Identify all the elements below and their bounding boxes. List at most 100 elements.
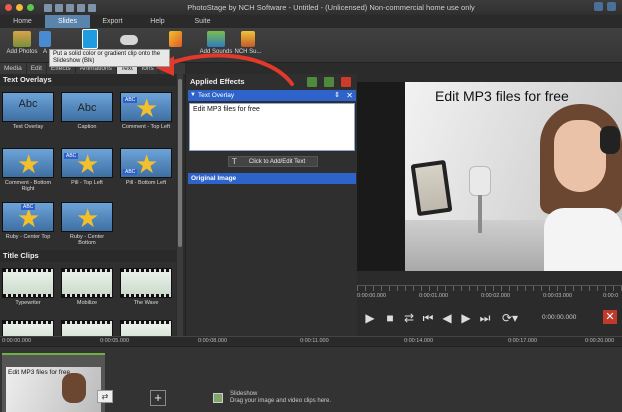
title-clip-mobilize[interactable]: Mobilize xyxy=(61,268,113,306)
go-end-button[interactable]: ⏭ xyxy=(478,311,492,325)
collapse-triangle-icon[interactable]: ▼ xyxy=(190,90,196,101)
woman-image xyxy=(540,104,622,271)
overlay-thumbnail: ★ xyxy=(2,148,54,178)
timeline-hint: Slideshow Drag your image and video clip… xyxy=(230,391,332,404)
import-effect-icon[interactable] xyxy=(324,77,334,87)
microphone-image xyxy=(469,166,491,196)
title-clip-partial[interactable] xyxy=(61,320,113,336)
title-clip-partial[interactable] xyxy=(120,320,172,336)
title-clip-typewriter[interactable]: Typewriter xyxy=(2,268,54,306)
overlay-thumbnail: ★ xyxy=(61,202,113,232)
speed-dropdown[interactable]: ⟳▾ xyxy=(500,311,520,325)
overlay-thumbnail: ★ ABC xyxy=(2,202,54,232)
timeline-clip[interactable]: Edit MP3 files for free xyxy=(2,353,105,412)
left-panel-scrollbar[interactable] xyxy=(177,74,183,336)
overlay-ruby-center-top[interactable]: ★ ABC Ruby - Center Top xyxy=(2,202,54,240)
transition-icon[interactable]: ⇄ xyxy=(97,390,113,403)
add-edit-text-button[interactable]: T Click to Add/Edit Text xyxy=(228,156,318,167)
title-bar: PhotoStage by NCH Software - Untitled - … xyxy=(0,0,622,15)
overlay-thumbnail: Abc xyxy=(61,92,113,122)
go-start-button[interactable]: ⏮ xyxy=(421,311,435,325)
tab-export[interactable]: Export xyxy=(90,15,135,28)
star-icon: ★ xyxy=(135,93,159,122)
clip-thumbnail xyxy=(61,320,113,336)
star-icon: ★ xyxy=(135,149,159,178)
original-image-header[interactable]: Original Image xyxy=(188,173,356,184)
effects-toolbar xyxy=(307,77,351,87)
nch-suite-button[interactable]: NCH Su... xyxy=(230,31,266,55)
overlay-comment-top-left[interactable]: ★ ABC Comment - Top Left xyxy=(120,92,172,130)
add-clip-button[interactable]: + xyxy=(150,390,166,406)
window-title: PhotoStage by NCH Software - Untitled - … xyxy=(187,3,475,12)
reorder-icon[interactable]: ⇕ xyxy=(334,90,340,101)
overlay-thumbnail: ★ ABC xyxy=(120,148,172,178)
ribbon-tabs: Home Slides Export Help Suite xyxy=(0,15,622,28)
overlay-text-overlay[interactable]: Abc Text Overlay xyxy=(2,92,54,130)
loop-button[interactable]: ⇄ xyxy=(402,311,416,325)
clip-button[interactable] xyxy=(163,31,187,49)
blank-slide-icon xyxy=(82,29,98,49)
clip-thumbnail xyxy=(120,320,172,336)
add-photos-icon xyxy=(13,31,31,47)
stop-button[interactable]: ■ xyxy=(383,311,397,325)
account-icon[interactable] xyxy=(594,2,603,11)
star-icon: ★ xyxy=(76,149,100,178)
tab-home[interactable]: Home xyxy=(0,15,45,28)
overlay-pill-bottom-left[interactable]: ★ ABC Pill - Bottom Left xyxy=(120,148,172,186)
step-back-button[interactable]: ◀ xyxy=(440,311,454,325)
add-sounds-icon xyxy=(207,31,225,47)
tab-media[interactable]: Media xyxy=(0,63,27,74)
overlay-comment-bottom-right[interactable]: ★ Comment - Bottom Right xyxy=(2,148,54,192)
slideshow-icon xyxy=(213,393,223,403)
text-library-panel: Text Overlays Abc Text Overlay Abc Capti… xyxy=(0,74,176,336)
preview-overlay-text: Edit MP3 files for free xyxy=(435,88,569,104)
playback-controls: ▶ ■ ⇄ ⏮ ◀ ▶ ⏭ ⟳▾ 0:00:00.000 ✕ xyxy=(357,301,622,336)
close-effect-icon[interactable]: ✕ xyxy=(346,90,353,101)
timeline-ruler[interactable]: 0:00:00.000 0:00:05.000 0:00:08.000 0:00… xyxy=(0,336,622,346)
add-audio-icon xyxy=(39,31,51,47)
star-icon: ★ xyxy=(17,149,41,178)
cloud-button[interactable] xyxy=(114,31,144,47)
tab-edit[interactable]: Edit xyxy=(27,63,47,74)
tablet-image xyxy=(410,159,453,217)
clip-thumbnail xyxy=(2,268,54,298)
title-right-icons xyxy=(594,2,616,11)
export-effect-icon[interactable] xyxy=(307,77,317,87)
overlay-thumbnail: Abc xyxy=(2,92,54,122)
scrollbar-thumb[interactable] xyxy=(178,79,182,247)
close-preview-button[interactable]: ✕ xyxy=(603,310,617,324)
overlay-pill-top-left[interactable]: ★ ABC Pill - Top Left xyxy=(61,148,113,186)
effect-text-overlay-header[interactable]: ▼ Text Overlay ⇕ ✕ xyxy=(188,90,356,101)
title-clips-heading: Title Clips xyxy=(0,250,176,262)
tab-slides[interactable]: Slides xyxy=(45,15,90,28)
nch-suite-icon xyxy=(241,31,255,47)
overlay-caption[interactable]: Abc Caption xyxy=(61,92,113,130)
star-icon: ★ xyxy=(76,203,100,232)
overlay-thumbnail: ★ ABC xyxy=(120,92,172,122)
overlay-thumbnail: ★ ABC xyxy=(61,148,113,178)
clip-thumbnail xyxy=(2,320,54,336)
text-tool-icon: T xyxy=(232,157,237,166)
tab-help[interactable]: Help xyxy=(135,15,180,28)
text-overlays-heading: Text Overlays xyxy=(0,74,176,86)
timeline-track[interactable]: Edit MP3 files for free ⇄ + Slideshow Dr… xyxy=(0,346,622,412)
step-forward-button[interactable]: ▶ xyxy=(459,311,473,325)
title-clip-the-wave[interactable]: The Wave xyxy=(120,268,172,306)
overlay-ruby-center-bottom[interactable]: ★ Ruby - Center Bottom xyxy=(61,202,113,246)
ribbon-tooltip: Put a solid color or gradient clip onto … xyxy=(49,49,170,67)
clip-thumbnail xyxy=(61,268,113,298)
applied-effects-panel: Applied Effects ▼ Text Overlay ⇕ ✕ Edit … xyxy=(185,74,357,336)
clip-thumbnail xyxy=(120,268,172,298)
title-clip-partial[interactable] xyxy=(2,320,54,336)
cloud-icon xyxy=(120,35,138,45)
help-icon[interactable] xyxy=(607,2,616,11)
overlay-text-field[interactable]: Edit MP3 files for free xyxy=(189,103,355,151)
tab-suite[interactable]: Suite xyxy=(180,15,225,28)
play-button[interactable]: ▶ xyxy=(363,311,377,325)
clip-icon xyxy=(168,31,182,47)
clip-title: Edit MP3 files for free xyxy=(8,369,71,376)
remove-effect-icon[interactable] xyxy=(341,77,351,87)
blank-slide-button[interactable] xyxy=(72,29,108,51)
preview-canvas: Edit MP3 files for free xyxy=(357,82,622,271)
preview-timeline[interactable]: 0:00:00.000 0:00:01.000 0:00:02.000 0:00… xyxy=(357,271,622,301)
